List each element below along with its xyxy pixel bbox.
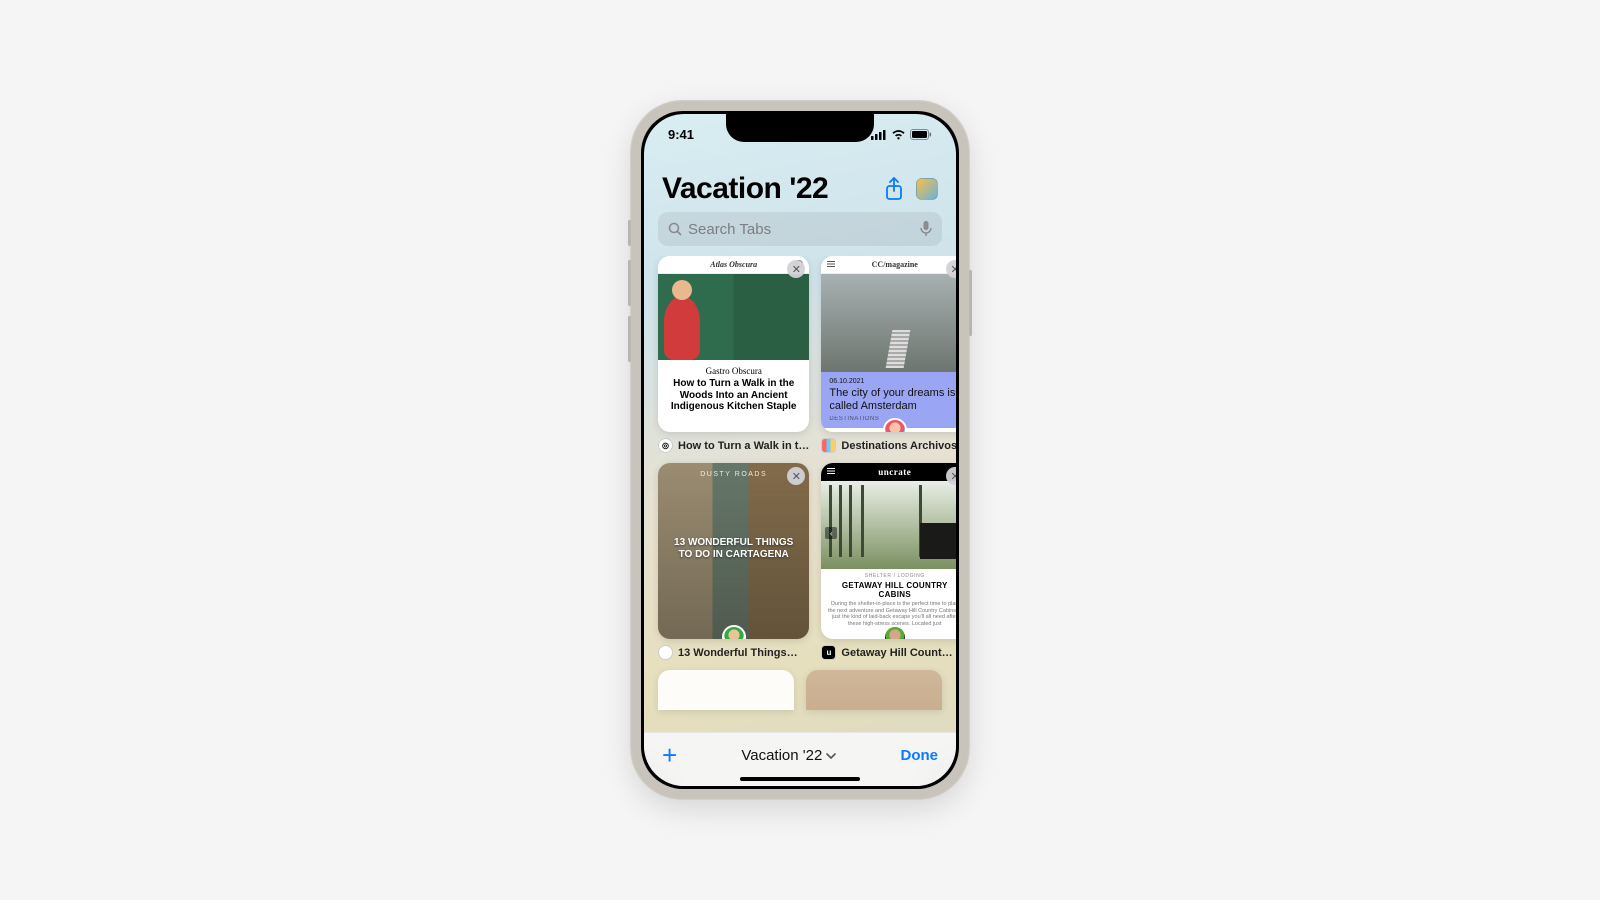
cellular-icon [871,129,887,140]
share-icon[interactable] [884,177,904,201]
favicon: u [821,645,836,660]
tab-mini-header: uncrate [821,463,956,481]
search-tabs-input[interactable]: Search Tabs [658,212,942,246]
chevron-down-icon [826,753,836,759]
tab-mini-header: CC/magazine [821,256,956,274]
done-button[interactable]: Done [901,747,939,764]
tab-title: 13 Wonderful Things… [678,647,798,659]
tab-card[interactable]: CC/magazine ✕ 06.10.2021 The city of you… [821,256,956,453]
tab-title: How to Turn a Walk in t… [678,440,809,452]
close-tab-button[interactable]: ✕ [946,260,956,278]
tab-card-peek[interactable] [658,670,794,710]
page-title: Vacation '22 [662,172,828,206]
tab-card[interactable]: ✕ DUSTY ROADS 13 WONDERFUL THINGS TO DO … [658,463,809,660]
favicon [658,645,673,660]
search-icon [668,222,682,236]
tab-card[interactable]: uncrate ✕ ‹ › SHELTER / LODGING G [821,463,956,660]
close-tab-button[interactable]: ✕ [946,467,956,485]
tab-group-profile-icon[interactable] [916,178,938,200]
favicon: ◎ [658,438,673,453]
tab-title: Getaway Hill Count… [841,647,952,659]
search-placeholder: Search Tabs [688,221,920,238]
device-notch [726,114,874,142]
mic-icon[interactable] [920,221,932,237]
wifi-icon [891,129,906,140]
home-indicator[interactable] [740,777,860,781]
battery-icon [910,129,932,140]
tab-title: Destinations Archivos… [841,440,956,452]
carousel-next-icon: › [952,527,956,539]
tab-card-peek[interactable] [806,670,942,710]
favicon: . [821,438,836,453]
tab-group-selector[interactable]: Vacation '22 [677,747,900,764]
new-tab-button[interactable]: + [662,740,677,771]
tab-card[interactable]: Atlas Obscura ✕ Gastro Obscura How to Tu… [658,256,809,453]
status-time: 9:41 [668,127,694,142]
carousel-prev-icon: ‹ [825,527,837,539]
